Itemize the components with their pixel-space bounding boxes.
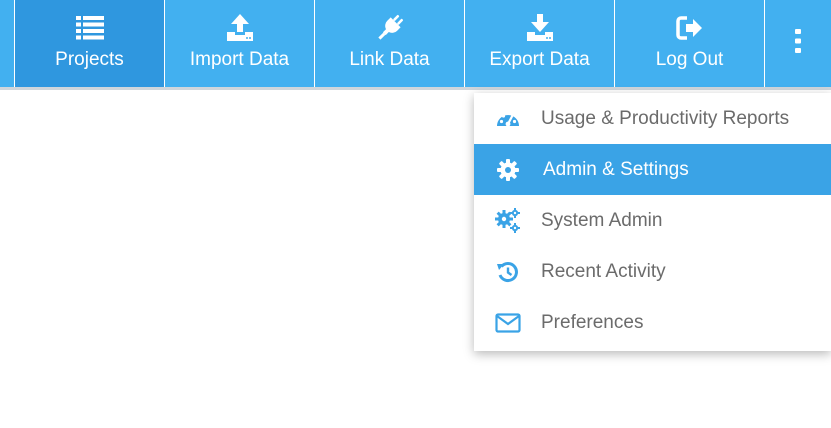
gear-icon	[495, 157, 521, 183]
nav-export-data-label: Export Data	[489, 49, 590, 70]
more-options-button[interactable]	[765, 0, 831, 87]
nav-import-data[interactable]: Import Data	[165, 0, 315, 87]
dashboard-gauge-icon	[495, 106, 521, 132]
nav-log-out[interactable]: Log Out	[615, 0, 765, 87]
menu-item-admin-settings[interactable]: Admin & Settings	[474, 144, 831, 195]
nav-projects-label: Projects	[55, 49, 124, 70]
sign-out-icon	[675, 13, 705, 43]
menu-item-system-admin-label: System Admin	[541, 209, 663, 231]
menu-item-recent-activity-label: Recent Activity	[541, 260, 666, 282]
upload-icon	[225, 13, 255, 43]
menu-item-usage-reports[interactable]: Usage & Productivity Reports	[474, 93, 831, 144]
nav-import-data-label: Import Data	[189, 49, 290, 70]
list-icon	[75, 13, 105, 43]
menu-item-preferences-label: Preferences	[541, 311, 644, 333]
nav-left-edge	[0, 0, 15, 87]
menu-item-usage-reports-label: Usage & Productivity Reports	[541, 107, 790, 129]
topbar-divider	[0, 87, 831, 90]
nav-log-out-label: Log Out	[655, 49, 724, 70]
menu-item-admin-settings-label: Admin & Settings	[543, 158, 689, 180]
menu-item-system-admin[interactable]: System Admin	[474, 195, 831, 246]
more-options-dropdown: Usage & Productivity Reports Admin & Set…	[474, 93, 831, 351]
nav-link-data[interactable]: Link Data	[315, 0, 465, 87]
top-navigation-bar: Projects Import Data Link Data Export Da…	[0, 0, 831, 87]
plug-icon	[375, 13, 405, 43]
nav-export-data[interactable]: Export Data	[465, 0, 615, 87]
envelope-icon	[495, 310, 521, 336]
download-icon	[525, 13, 555, 43]
history-icon	[495, 259, 521, 285]
menu-item-recent-activity[interactable]: Recent Activity	[474, 246, 831, 297]
menu-item-preferences[interactable]: Preferences	[474, 297, 831, 348]
nav-link-data-label: Link Data	[349, 49, 430, 70]
vertical-ellipsis-icon	[794, 28, 802, 59]
gears-icon	[495, 208, 521, 234]
nav-projects[interactable]: Projects	[15, 0, 165, 87]
